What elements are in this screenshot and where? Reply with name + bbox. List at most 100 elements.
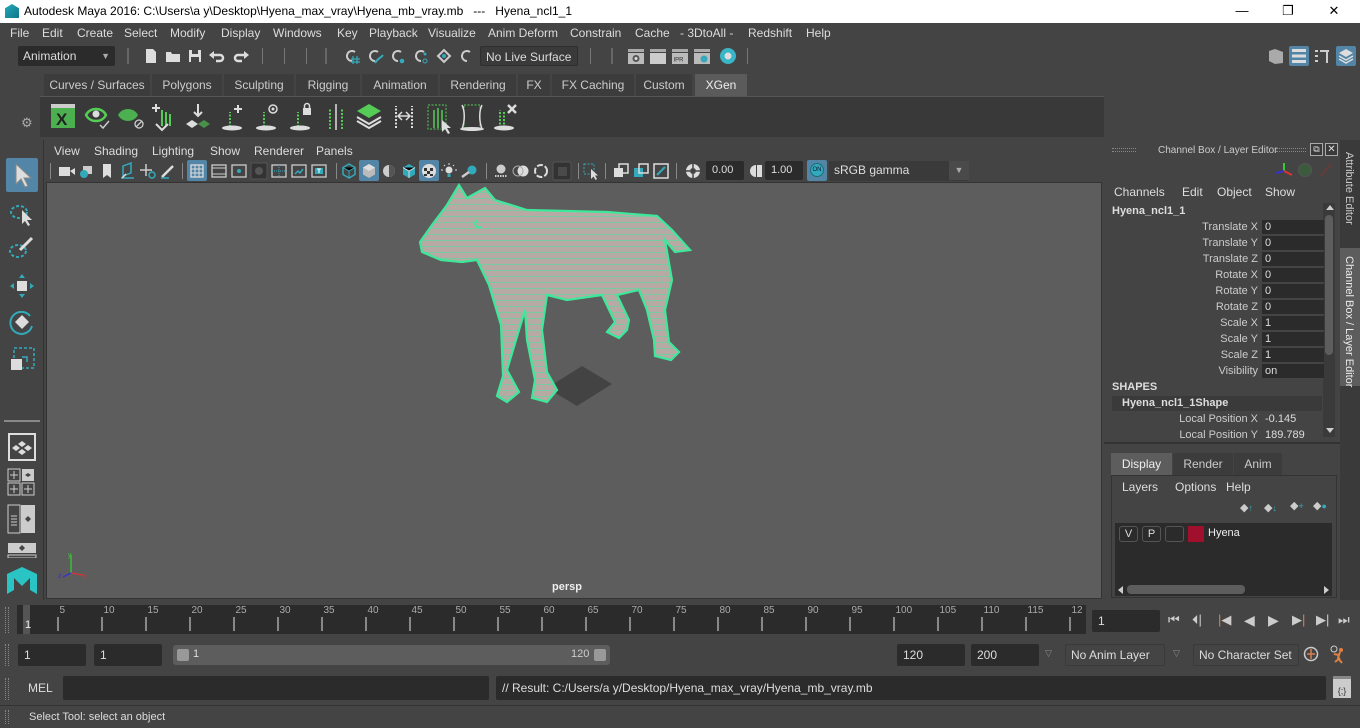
menu-3dtoall[interactable]: - 3DtoAll - bbox=[680, 26, 733, 40]
xgen-clear-preview-icon[interactable] bbox=[116, 103, 146, 131]
film-gate-icon[interactable] bbox=[210, 162, 228, 180]
menu-set-dropdown[interactable]: Animation ▼ bbox=[18, 46, 115, 66]
menu-constrain[interactable]: Constrain bbox=[570, 26, 621, 40]
make-live-icon[interactable] bbox=[435, 47, 453, 65]
menu-display[interactable]: Display bbox=[221, 26, 260, 40]
exposure-icon[interactable] bbox=[684, 162, 702, 180]
scroll-right-icon[interactable] bbox=[1324, 586, 1329, 594]
menu-redshift[interactable]: Redshift bbox=[748, 26, 792, 40]
anim-layer-chevron-icon[interactable]: ▽ bbox=[1045, 648, 1052, 659]
object-name[interactable]: Hyena_ncl1_1 bbox=[1112, 205, 1185, 217]
cb-menu-edit[interactable]: Edit bbox=[1182, 185, 1203, 199]
shape-channel-row[interactable]: Local Position X -0.145 bbox=[1108, 412, 1324, 428]
speed-toggle-icon[interactable] bbox=[1298, 163, 1312, 177]
attribute-editor-toggle-icon[interactable] bbox=[1289, 46, 1309, 66]
menu-playback[interactable]: Playback bbox=[369, 26, 418, 40]
channel-value[interactable]: 1 bbox=[1262, 332, 1324, 347]
drag-handle[interactable] bbox=[5, 710, 9, 724]
camera-attributes-icon[interactable] bbox=[78, 162, 96, 180]
panel-menu-renderer[interactable]: Renderer bbox=[254, 144, 304, 158]
channel-box-scrollbar[interactable] bbox=[1323, 203, 1335, 437]
character-set-dropdown[interactable]: No Character Set bbox=[1193, 644, 1299, 666]
shelf-tab-rendering[interactable]: Rendering bbox=[440, 74, 516, 96]
xgen-guide-sculpt-icon[interactable] bbox=[354, 102, 384, 132]
layer-row[interactable]: V P Hyena bbox=[1116, 525, 1332, 543]
channel-row[interactable]: Rotate Z 0 bbox=[1108, 300, 1324, 316]
channel-box-tab[interactable]: Channel Box / Layer Editor bbox=[1343, 256, 1355, 387]
channel-value[interactable]: 189.789 bbox=[1262, 428, 1324, 443]
hypershade-icon[interactable] bbox=[719, 47, 737, 65]
new-scene-icon[interactable] bbox=[142, 47, 160, 65]
panel-menu-lighting[interactable]: Lighting bbox=[152, 144, 194, 158]
cb-menu-show[interactable]: Show bbox=[1265, 185, 1295, 199]
new-layer-from-selected-icon[interactable]: ◆● bbox=[1313, 499, 1327, 512]
shelf-tab-custom[interactable]: Custom bbox=[636, 74, 692, 96]
attribute-editor-tab[interactable]: Attribute Editor bbox=[1343, 152, 1355, 225]
channel-row[interactable]: Scale X 1 bbox=[1108, 316, 1324, 332]
safe-action-icon[interactable] bbox=[290, 162, 308, 180]
layer-visibility-toggle[interactable]: V bbox=[1119, 526, 1138, 542]
shadows-icon[interactable] bbox=[460, 162, 478, 180]
menu-create[interactable]: Create bbox=[77, 26, 113, 40]
command-input[interactable] bbox=[63, 676, 489, 700]
panel-menu-panels[interactable]: Panels bbox=[316, 144, 353, 158]
menu-help[interactable]: Help bbox=[806, 26, 831, 40]
panel-menu-view[interactable]: View bbox=[54, 144, 80, 158]
layer-menu-layers[interactable]: Layers bbox=[1122, 480, 1158, 494]
snap-to-view-plane-icon[interactable] bbox=[412, 47, 430, 65]
step-back-frame-icon[interactable]: ⏴︎| bbox=[1192, 612, 1202, 628]
channel-row[interactable]: Translate Z 0 bbox=[1108, 252, 1324, 268]
play-backwards-icon[interactable]: ◀ bbox=[1244, 612, 1255, 629]
field-chart-icon[interactable] bbox=[270, 162, 288, 180]
drag-handle[interactable] bbox=[5, 607, 9, 633]
shape-name-row[interactable]: Hyena_ncl1_1Shape bbox=[1112, 396, 1322, 411]
xray-joints-icon[interactable] bbox=[652, 162, 670, 180]
shelf-settings-gear-icon[interactable]: ⚙ bbox=[21, 115, 33, 131]
cb-menu-object[interactable]: Object bbox=[1217, 185, 1252, 199]
use-all-lights-icon[interactable] bbox=[440, 162, 458, 180]
shelf-tab-fx[interactable]: FX bbox=[518, 74, 550, 96]
shelf-tab-curves-surfaces[interactable]: Curves / Surfaces bbox=[44, 74, 150, 96]
gamma-field[interactable]: 1.00 bbox=[765, 161, 803, 180]
close-window-button[interactable]: ✕ bbox=[1314, 2, 1354, 20]
step-forward-key-icon[interactable]: ▶| bbox=[1292, 612, 1305, 628]
step-back-key-icon[interactable]: |◀ bbox=[1218, 612, 1231, 628]
default-material-icon[interactable] bbox=[380, 162, 398, 180]
channel-value[interactable]: -0.145 bbox=[1262, 412, 1324, 427]
shelf-tab-xgen[interactable]: XGen bbox=[695, 74, 747, 96]
tool-settings-toggle-icon[interactable] bbox=[1313, 47, 1331, 65]
anim-layer-dropdown[interactable]: No Anim Layer bbox=[1065, 644, 1165, 666]
screen-space-ao-icon[interactable] bbox=[492, 162, 510, 180]
cb-menu-channels[interactable]: Channels bbox=[1114, 185, 1165, 199]
auto-key-icon[interactable] bbox=[1302, 645, 1320, 663]
move-tool-icon[interactable] bbox=[8, 272, 36, 300]
animation-end-field[interactable]: 200 bbox=[971, 644, 1039, 666]
color-space-dropdown[interactable]: sRGB gamma ▼ bbox=[829, 161, 969, 181]
channel-row[interactable]: Scale Y 1 bbox=[1108, 332, 1324, 348]
channel-value[interactable]: 0 bbox=[1262, 252, 1324, 267]
layer-hscrollbar[interactable] bbox=[1115, 583, 1332, 596]
xgen-region-map-icon[interactable] bbox=[458, 102, 486, 132]
gate-mask-icon[interactable] bbox=[250, 162, 268, 180]
drag-handle[interactable] bbox=[5, 644, 9, 666]
go-to-start-icon[interactable]: ⏮ bbox=[1168, 612, 1180, 628]
xgen-editor-icon[interactable]: X bbox=[50, 103, 76, 129]
layer-playback-toggle[interactable]: P bbox=[1142, 526, 1161, 542]
gamma-icon[interactable] bbox=[747, 162, 765, 180]
select-camera-icon[interactable] bbox=[58, 162, 76, 180]
layer-name[interactable]: Hyena bbox=[1208, 527, 1240, 539]
channel-value[interactable]: 0 bbox=[1262, 268, 1324, 283]
range-slider[interactable]: 1 120 bbox=[173, 645, 610, 665]
outliner-persp-layout-icon[interactable] bbox=[7, 504, 37, 534]
xgen-delete-guide-icon[interactable] bbox=[492, 102, 520, 132]
restore-button[interactable]: ❐ bbox=[1268, 2, 1308, 20]
animation-start-field[interactable]: 1 bbox=[18, 644, 86, 666]
layer-menu-help[interactable]: Help bbox=[1226, 480, 1251, 494]
xgen-normalize-guides-icon[interactable] bbox=[322, 102, 350, 132]
persp-graph-layout-icon[interactable] bbox=[7, 542, 37, 558]
snap-to-grid-icon[interactable] bbox=[343, 47, 361, 65]
anti-aliasing-icon[interactable] bbox=[532, 162, 550, 180]
channel-row[interactable]: Rotate X 0 bbox=[1108, 268, 1324, 284]
menu-select[interactable]: Select bbox=[124, 26, 157, 40]
render-settings-icon[interactable] bbox=[693, 47, 711, 65]
